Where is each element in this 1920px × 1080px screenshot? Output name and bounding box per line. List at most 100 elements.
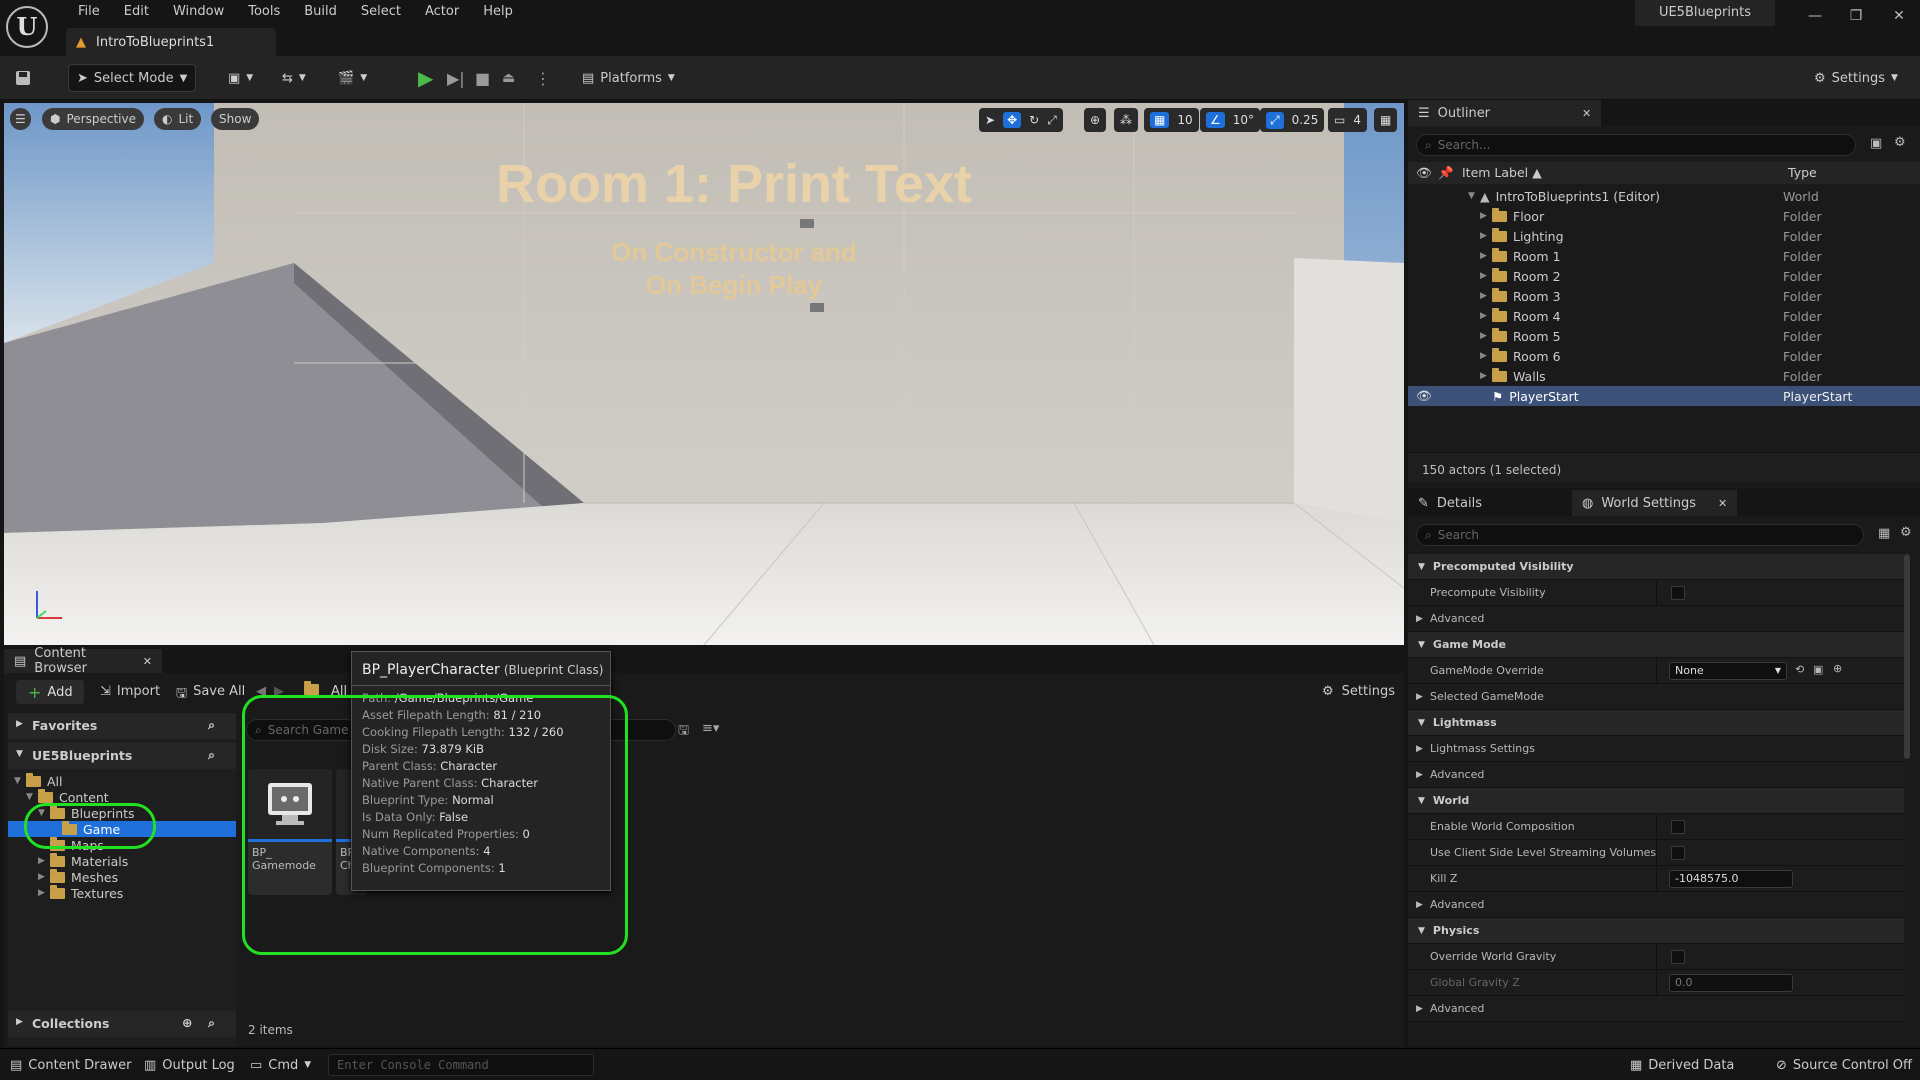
outliner-row-walls[interactable]: ▶ Walls Folder: [1408, 366, 1920, 386]
console-input[interactable]: Enter Console Command: [328, 1054, 594, 1076]
expand-icon[interactable]: ▶: [1480, 311, 1492, 321]
outliner-search-input[interactable]: ⌕ Search...: [1416, 134, 1856, 156]
rotation-snap-toggle[interactable]: ∠ 10°: [1200, 108, 1261, 132]
outliner-row-world[interactable]: ▼ ▲ IntroToBlueprints1 (Editor) World: [1408, 186, 1920, 206]
stop-icon[interactable]: ■: [475, 64, 490, 92]
platforms-dropdown[interactable]: ▤ Platforms ▼: [582, 64, 675, 92]
outliner-row-floor[interactable]: ▶ Floor Folder: [1408, 206, 1920, 226]
prop-advanced[interactable]: ▶ Advanced: [1408, 892, 1904, 918]
tree-item-meshes[interactable]: ▶ Meshes: [8, 868, 236, 885]
level-tab[interactable]: ▲ IntroToBlueprints1: [66, 28, 276, 56]
level-viewport[interactable]: ☰ ⬢ Perspective ◐ Lit Show ➤ ✥ ↻ ⤢ ⊕ ⁂ ▦ 10…: [4, 103, 1404, 645]
close-icon[interactable]: ✕: [1582, 107, 1591, 120]
details-search-input[interactable]: ⌕ Search: [1416, 524, 1864, 546]
menu-tools[interactable]: Tools: [236, 3, 292, 21]
menu-select[interactable]: Select: [349, 3, 413, 21]
menu-edit[interactable]: Edit: [112, 3, 161, 21]
checkbox[interactable]: [1671, 586, 1685, 600]
search-icon[interactable]: ⌕: [208, 717, 215, 733]
world-settings-tab[interactable]: ◍ World Settings ✕: [1571, 490, 1738, 516]
camera-speed-button[interactable]: ▭ 4: [1328, 108, 1367, 132]
gamemode-dropdown[interactable]: None ▼: [1669, 662, 1787, 680]
expand-icon[interactable]: ▶: [1480, 271, 1492, 281]
outliner-row-room1[interactable]: ▶ Room 1 Folder: [1408, 246, 1920, 266]
surface-snap-icon[interactable]: ⁂: [1114, 108, 1138, 132]
expand-icon[interactable]: ▶: [1480, 291, 1492, 301]
import-button[interactable]: ⇲ Import: [100, 684, 160, 699]
content-browser-tab[interactable]: ▤ Content Browser ✕: [4, 646, 162, 676]
restore-icon[interactable]: ❐: [1841, 8, 1871, 24]
menu-help[interactable]: Help: [471, 3, 525, 21]
section-precomputed-visibility[interactable]: ▼ Precomputed Visibility: [1408, 554, 1904, 580]
minimize-icon[interactable]: —: [1800, 8, 1830, 24]
expand-icon[interactable]: ▶: [1480, 211, 1492, 221]
tree-item-textures[interactable]: ▶ Textures: [8, 884, 236, 901]
filter-icon[interactable]: ≡▾: [702, 721, 719, 736]
cmd-dropdown[interactable]: ▭ Cmd ▼: [250, 1049, 311, 1080]
grid-snap-toggle[interactable]: ▦ 10: [1144, 108, 1199, 132]
lit-button[interactable]: ◐ Lit: [154, 108, 202, 130]
expand-icon[interactable]: ▶: [1480, 351, 1492, 361]
outliner-row-room2[interactable]: ▶ Room 2 Folder: [1408, 266, 1920, 286]
outliner-row-playerstart[interactable]: 👁 ⚑ PlayerStart PlayerStart: [1408, 386, 1920, 406]
folder-browse-icon[interactable]: ▣: [1813, 663, 1823, 676]
viewport-menu-icon[interactable]: ☰: [10, 108, 31, 130]
scale-snap-toggle[interactable]: ⤢ 0.25: [1260, 108, 1325, 132]
unreal-logo-icon[interactable]: U: [6, 6, 48, 48]
add-folder-icon[interactable]: ▣: [1870, 136, 1882, 151]
expand-icon[interactable]: ▶: [1480, 231, 1492, 241]
outliner-row-room6[interactable]: ▶ Room 6 Folder: [1408, 346, 1920, 366]
derived-data-button[interactable]: ▦ Derived Data: [1630, 1049, 1734, 1080]
menu-window[interactable]: Window: [161, 3, 236, 21]
section-lightmass[interactable]: ▼ Lightmass: [1408, 710, 1904, 736]
details-tab[interactable]: ✎ Details: [1408, 490, 1492, 516]
type-column[interactable]: Type: [1788, 165, 1817, 180]
expand-icon[interactable]: ▶: [1480, 331, 1492, 341]
maximize-viewport-icon[interactable]: ▦: [1374, 108, 1398, 132]
prop-advanced[interactable]: ▶ Advanced: [1408, 996, 1904, 1022]
settings-dropdown[interactable]: ⚙ Settings ▼: [1814, 64, 1898, 92]
save-all-button[interactable]: 🖫 Save All: [176, 684, 245, 706]
prop-advanced[interactable]: ▶ Advanced: [1408, 606, 1904, 632]
add-collection-icon[interactable]: ⊕: [182, 1015, 192, 1030]
outliner-tab[interactable]: ☰ Outliner ✕: [1408, 100, 1602, 126]
play-icon[interactable]: ▶: [418, 64, 433, 92]
source-control-button[interactable]: ⊘ Source Control Off: [1776, 1049, 1912, 1080]
browse-icon[interactable]: ⟲: [1795, 663, 1804, 676]
section-physics[interactable]: ▼ Physics: [1408, 918, 1904, 944]
prop-lightmass-settings[interactable]: ▶ Lightmass Settings: [1408, 736, 1904, 762]
menu-actor[interactable]: Actor: [413, 3, 471, 21]
save-icon[interactable]: [14, 64, 32, 92]
checkbox[interactable]: [1671, 846, 1685, 860]
close-icon[interactable]: ✕: [143, 655, 152, 668]
outliner-row-room5[interactable]: ▶ Room 5 Folder: [1408, 326, 1920, 346]
favorites-section[interactable]: ▶ Favorites ⌕: [8, 713, 236, 739]
perspective-button[interactable]: ⬢ Perspective: [42, 108, 144, 130]
outliner-row-room4[interactable]: ▶ Room 4 Folder: [1408, 306, 1920, 326]
section-game-mode[interactable]: ▼ Game Mode: [1408, 632, 1904, 658]
eject-icon[interactable]: ⏏: [502, 64, 515, 92]
content-settings-button[interactable]: ⚙ Settings: [1322, 684, 1395, 699]
tree-item-materials[interactable]: ▶ Materials: [8, 852, 236, 869]
close-icon[interactable]: ✕: [1884, 8, 1914, 24]
section-world[interactable]: ▼ World: [1408, 788, 1904, 814]
tree-item-all[interactable]: ▼ All: [8, 772, 236, 789]
transform-tools[interactable]: ➤ ✥ ↻ ⤢: [979, 108, 1063, 132]
search-icon[interactable]: ⌕: [208, 1015, 215, 1031]
expand-icon[interactable]: ▶: [1480, 251, 1492, 261]
close-icon[interactable]: ✕: [1718, 497, 1727, 510]
menu-file[interactable]: File: [66, 3, 112, 21]
select-mode-dropdown[interactable]: ➤ Select Mode ▼: [68, 64, 196, 92]
kill-z-input[interactable]: -1048575.0: [1669, 870, 1793, 888]
project-section[interactable]: ▼ UE5Blueprints ⌕: [8, 743, 236, 769]
add-actor-icon[interactable]: ▣ ▼: [228, 64, 253, 92]
content-drawer-button[interactable]: ▤ Content Drawer: [10, 1049, 131, 1080]
details-scrollbar[interactable]: [1904, 554, 1910, 759]
blueprint-icon[interactable]: ⇆ ▼: [282, 64, 306, 92]
expand-icon[interactable]: ▶: [1480, 371, 1492, 381]
menu-build[interactable]: Build: [292, 3, 349, 21]
eye-icon[interactable]: 👁: [1416, 388, 1432, 404]
show-button[interactable]: Show: [211, 108, 260, 130]
gear-icon[interactable]: ⚙: [1900, 525, 1912, 540]
select-tool-icon[interactable]: ➤: [985, 113, 995, 127]
